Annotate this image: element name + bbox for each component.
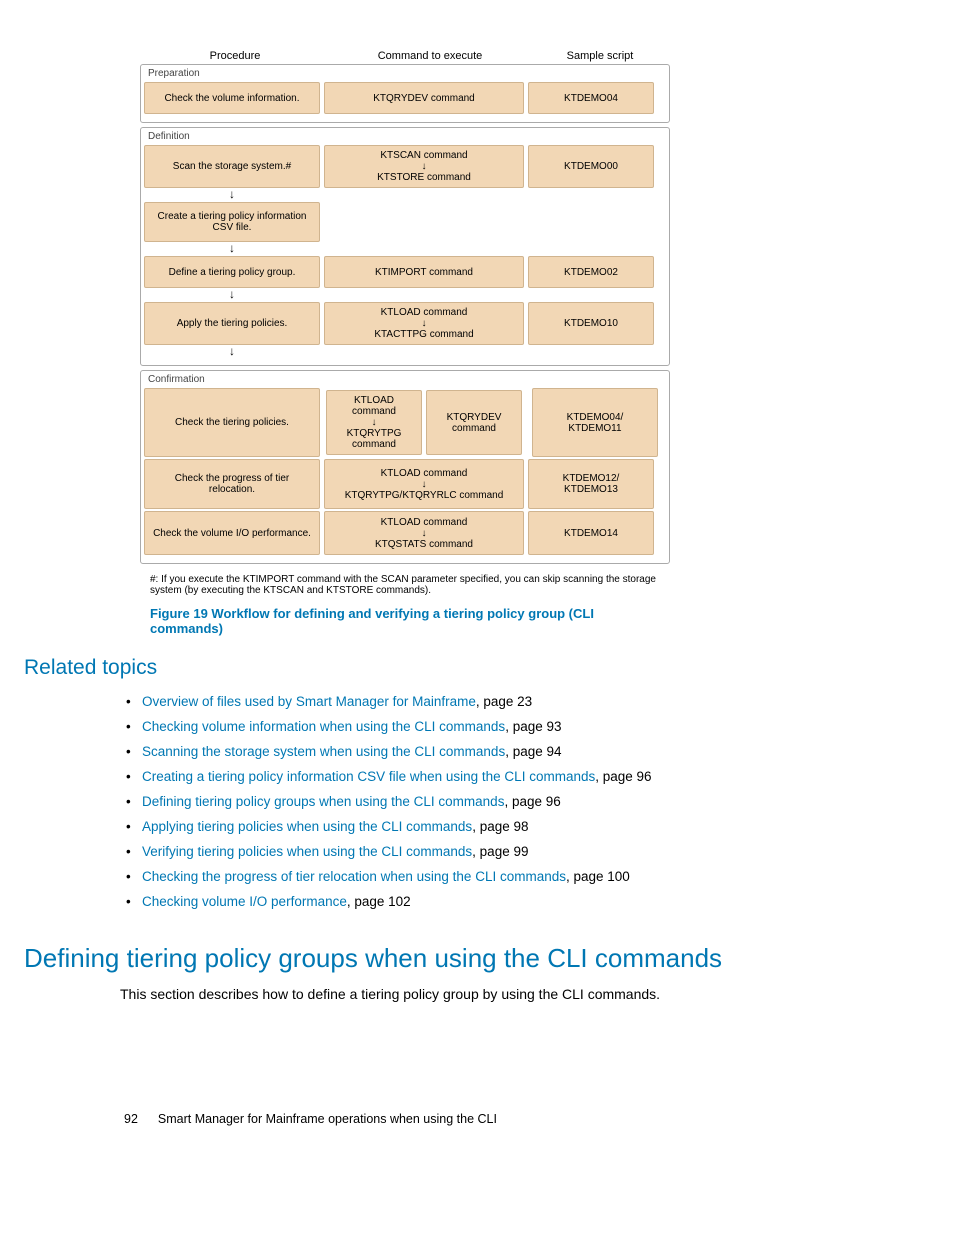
proc-box: Check the volume I/O performance. — [144, 511, 320, 555]
related-topic-page: , page 23 — [476, 694, 532, 709]
arrow-down-icon: ↓ — [422, 480, 427, 489]
related-topic-item: Scanning the storage system when using t… — [142, 740, 894, 765]
sample-box: KTDEMO10 — [528, 302, 654, 345]
related-topic-item: Verifying tiering policies when using th… — [142, 840, 894, 865]
related-topic-item: Applying tiering policies when using the… — [142, 815, 894, 840]
confirmation-section: Confirmation Check the tiering policies.… — [140, 370, 670, 564]
related-topic-page: , page 93 — [505, 719, 561, 734]
arrow-down-icon: ↓ — [422, 162, 427, 171]
proc-box: Scan the storage system.# — [144, 145, 320, 188]
related-topic-item: Defining tiering policy groups when usin… — [142, 790, 894, 815]
preparation-section: Preparation Check the volume information… — [140, 64, 670, 123]
arrow-down-icon: ↓ — [144, 288, 320, 300]
proc-box: Define a tiering policy group. — [144, 256, 320, 288]
cmd-text: KTQRYTPG/KTQRYRLC command — [345, 490, 504, 501]
proc-box: Check the tiering policies. — [144, 388, 320, 457]
arrow-down-icon: ↓ — [144, 345, 320, 357]
section-heading: Defining tiering policy groups when usin… — [24, 943, 894, 974]
related-topic-page: , page 94 — [505, 744, 561, 759]
related-topic-page: , page 98 — [472, 819, 528, 834]
related-topic-page: , page 99 — [472, 844, 528, 859]
sample-box: KTDEMO04/ KTDEMO11 — [532, 388, 658, 457]
cmd-box: KTLOAD command ↓ KTACTTPG command — [324, 302, 524, 345]
related-topic-link[interactable]: Scanning the storage system when using t… — [142, 744, 505, 759]
figure-caption: Figure 19 Workflow for defining and veri… — [150, 606, 670, 636]
cmd-box: KTLOAD command ↓ KTQRYTPG command — [326, 390, 422, 455]
cmd-text: KTQSTATS command — [375, 539, 473, 550]
proc-box: Create a tiering policy information CSV … — [144, 202, 320, 242]
related-topic-item: Checking volume information when using t… — [142, 715, 894, 740]
diagram-footnote: #: If you execute the KTIMPORT command w… — [150, 574, 670, 596]
related-topic-link[interactable]: Overview of files used by Smart Manager … — [142, 694, 476, 709]
sample-box: KTDEMO14 — [528, 511, 654, 555]
cmd-box: KTLOAD command ↓ KTQRYTPG/KTQRYRLC comma… — [324, 459, 524, 509]
sample-box: KTDEMO12/ KTDEMO13 — [528, 459, 654, 509]
related-topic-item: Creating a tiering policy information CS… — [142, 765, 894, 790]
related-topic-page: , page 96 — [504, 794, 560, 809]
sample-box: KTDEMO02 — [528, 256, 654, 288]
proc-box: Apply the tiering policies. — [144, 302, 320, 345]
related-topic-link[interactable]: Applying tiering policies when using the… — [142, 819, 472, 834]
arrow-down-icon: ↓ — [422, 319, 427, 328]
cmd-text: KTLOAD command — [381, 517, 468, 528]
page-number: 92 — [124, 1112, 138, 1126]
arrow-down-icon: ↓ — [372, 418, 377, 427]
related-topics-heading: Related topics — [24, 656, 894, 680]
related-topics-list: Overview of files used by Smart Manager … — [120, 690, 894, 915]
col-header-command: Command to execute — [330, 50, 530, 62]
cmd-box: KTSCAN command ↓ KTSTORE command — [324, 145, 524, 188]
related-topic-item: Checking volume I/O performance, page 10… — [142, 890, 894, 915]
cmd-text: KTLOAD command — [381, 468, 468, 479]
col-header-sample: Sample script — [530, 50, 670, 62]
proc-box: Check the progress of tier relocation. — [144, 459, 320, 509]
arrow-down-icon: ↓ — [144, 188, 320, 200]
cmd-text: KTQRYTPG command — [333, 428, 415, 450]
cmd-text: KTACTTPG command — [374, 329, 473, 340]
definition-section: Definition Scan the storage system.# KTS… — [140, 127, 670, 366]
cmd-box: KTQRYDEV command — [426, 390, 522, 455]
related-topic-link[interactable]: Creating a tiering policy information CS… — [142, 769, 595, 784]
section-label: Definition — [148, 131, 666, 142]
col-header-procedure: Procedure — [140, 50, 330, 62]
section-paragraph: This section describes how to define a t… — [120, 986, 894, 1002]
related-topic-link[interactable]: Checking the progress of tier relocation… — [142, 869, 566, 884]
sample-box: KTDEMO04 — [528, 82, 654, 114]
related-topic-item: Checking the progress of tier relocation… — [142, 865, 894, 890]
cmd-text: KTLOAD command — [381, 307, 468, 318]
cmd-box: KTQRYDEV command — [324, 82, 524, 114]
related-topic-item: Overview of files used by Smart Manager … — [142, 690, 894, 715]
cmd-box: KTLOAD command ↓ KTQSTATS command — [324, 511, 524, 555]
related-topic-page: , page 96 — [595, 769, 651, 784]
workflow-diagram: Procedure Command to execute Sample scri… — [140, 50, 670, 636]
cmd-text: KTSTORE command — [377, 172, 471, 183]
related-topic-link[interactable]: Checking volume information when using t… — [142, 719, 505, 734]
proc-box: Check the volume information. — [144, 82, 320, 114]
arrow-down-icon: ↓ — [144, 242, 320, 254]
related-topic-link[interactable]: Defining tiering policy groups when usin… — [142, 794, 504, 809]
related-topic-page: , page 102 — [347, 894, 411, 909]
page-footer: 92 Smart Manager for Mainframe operation… — [50, 1112, 894, 1126]
cmd-text: KTSCAN command — [380, 150, 467, 161]
related-topic-page: , page 100 — [566, 869, 630, 884]
section-label: Confirmation — [148, 374, 666, 385]
cmd-box: KTIMPORT command — [324, 256, 524, 288]
cmd-text: KTLOAD command — [333, 395, 415, 417]
related-topic-link[interactable]: Verifying tiering policies when using th… — [142, 844, 472, 859]
footer-title: Smart Manager for Mainframe operations w… — [158, 1112, 497, 1126]
sample-box: KTDEMO00 — [528, 145, 654, 188]
related-topic-link[interactable]: Checking volume I/O performance — [142, 894, 347, 909]
cmd-group: KTLOAD command ↓ KTQRYTPG command KTQRYD… — [324, 388, 528, 457]
section-label: Preparation — [148, 68, 666, 79]
arrow-down-icon: ↓ — [422, 529, 427, 538]
